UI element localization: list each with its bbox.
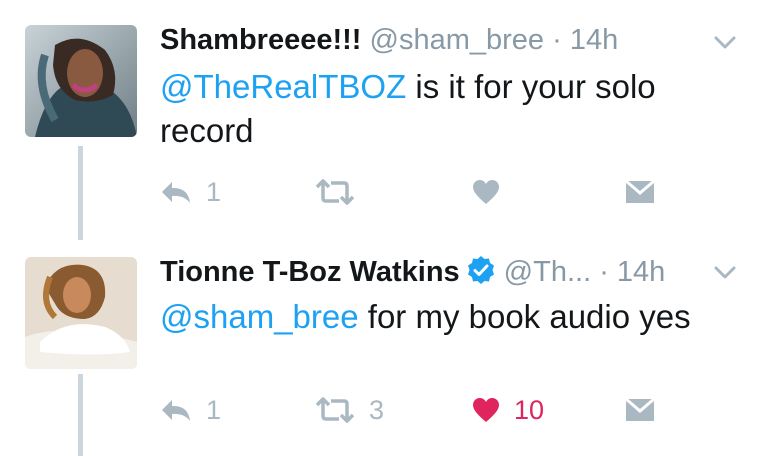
timestamp[interactable]: 14h [570,24,618,56]
tweet-body-text: for my book audio yes [358,298,691,335]
reply-icon [160,397,192,423]
avatar[interactable] [25,257,137,369]
reply-button[interactable]: 1 [160,390,221,430]
retweet-icon [315,396,355,424]
chevron-down-icon[interactable] [712,260,738,286]
tweet-text: @TheRealTBOZ is it for your solo record [160,65,720,153]
tweet[interactable]: Shambreeee!!! @sham_bree · 14h @TheRealT… [0,0,760,240]
tweet-header: Shambreeee!!! @sham_bree · 14h [160,22,618,58]
heart-icon [472,179,500,205]
thread-line [78,146,83,240]
reply-button[interactable]: 1 [160,172,221,212]
direct-message-button[interactable] [625,172,655,212]
like-count: 10 [514,394,545,425]
user-handle[interactable]: @sham_bree [370,24,545,56]
direct-message-button[interactable] [625,390,655,430]
reply-count: 1 [206,176,222,207]
like-button[interactable] [472,172,514,212]
timestamp[interactable]: 14h [617,256,665,288]
reply-count: 1 [206,394,222,425]
user-name[interactable]: Shambreeee!!! [160,24,361,56]
chevron-down-icon[interactable] [712,30,738,56]
tweet-header: Tionne T-Boz Watkins @Th... · 14h [160,254,665,294]
tweet-text: @sham_bree for my book audio yes [160,295,720,339]
avatar[interactable] [25,25,137,137]
envelope-icon [625,180,655,204]
user-handle[interactable]: @Th... [504,256,591,288]
like-button[interactable]: 10 [472,390,544,430]
retweet-button[interactable]: 3 [315,390,384,430]
tweet[interactable]: Tionne T-Boz Watkins @Th... · 14h @sham_b… [0,240,760,456]
separator-dot: · [599,256,609,288]
retweet-icon [315,178,355,206]
envelope-icon [625,398,655,422]
separator-dot: · [552,24,562,56]
reply-icon [160,179,192,205]
retweet-button[interactable] [315,172,369,212]
retweet-count: 3 [369,394,385,425]
tweet-actions: 1 [160,172,700,212]
mention-link[interactable]: @sham_bree [160,298,359,335]
mention-link[interactable]: @TheRealTBOZ [160,68,406,105]
thread-line [78,374,83,456]
verified-badge-icon [466,255,496,294]
tweet-actions: 1 3 10 [160,390,700,430]
user-name[interactable]: Tionne T-Boz Watkins [160,256,460,288]
heart-icon [472,397,500,423]
